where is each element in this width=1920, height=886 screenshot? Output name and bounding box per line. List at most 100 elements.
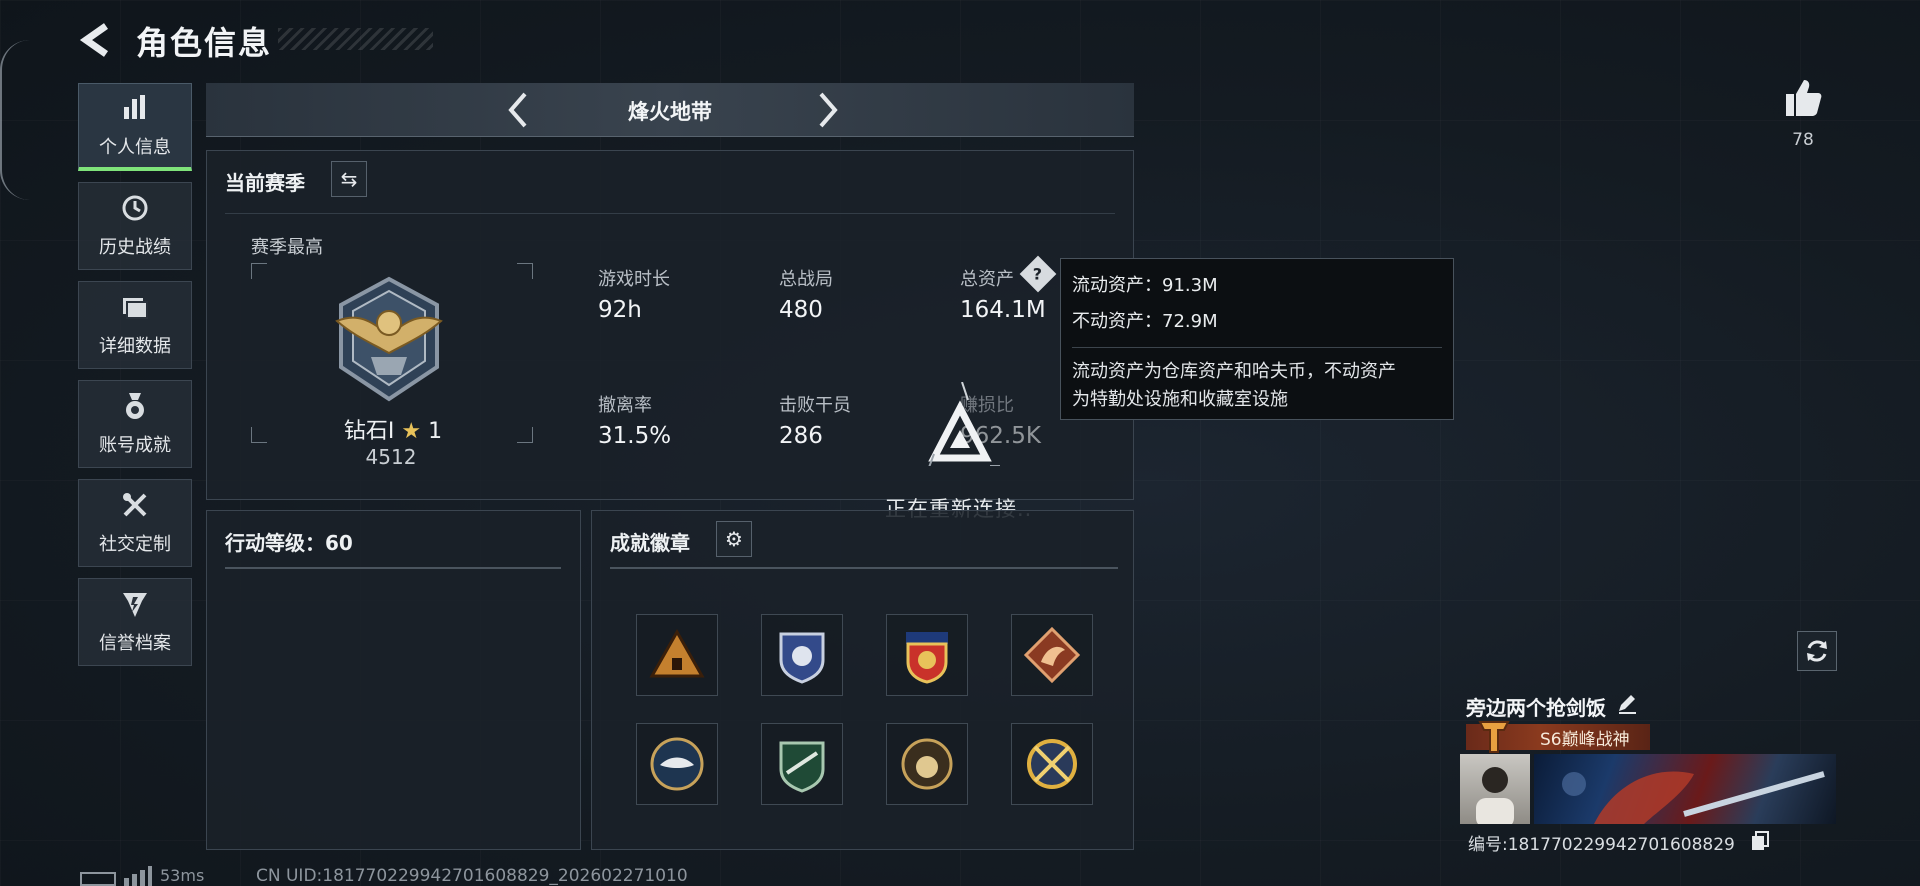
triangle-badge-icon — [649, 628, 705, 678]
player-serial: 编号:18177022994270160882⁠9 — [1468, 835, 1735, 855]
stat-kills-value: 286 — [779, 423, 823, 449]
badge-slot[interactable] — [761, 723, 843, 805]
avatar-person-icon — [1476, 767, 1514, 824]
rank-emblem — [331, 275, 447, 405]
badge-slot[interactable] — [1011, 723, 1093, 805]
badge-panel: 成就徽章 ⚙ — [591, 510, 1134, 850]
stat-kills-label: 击败干员 — [779, 395, 851, 416]
pencil-icon — [1619, 695, 1636, 714]
divider — [225, 567, 561, 569]
stat-playtime-value: 92h — [598, 297, 642, 323]
rank-name-row: 钻石Ⅰ ★ 1 — [343, 413, 443, 445]
tooltip-fixed-assets: 不动资产：72.9M — [1072, 311, 1218, 332]
action-level-panel: 行动等级：60 — [206, 510, 581, 850]
action-level-title: 行动等级：60 — [225, 531, 353, 555]
badge-slot[interactable] — [1011, 614, 1093, 696]
rifle-badge-icon — [779, 741, 825, 793]
badge-settings-button[interactable]: ⚙ — [716, 521, 752, 557]
thumbs-up-icon — [1786, 80, 1822, 116]
back-button[interactable] — [78, 20, 118, 60]
decorative-arc — [0, 40, 30, 200]
eagle-badge-icon — [650, 737, 704, 791]
refresh-icon — [1807, 640, 1827, 662]
medal-icon — [120, 391, 150, 425]
player-card-banner[interactable] — [1534, 754, 1836, 824]
banner-artwork-icon — [1562, 771, 1825, 824]
sidebar-item-detailed-data[interactable]: 详细数据 — [78, 281, 192, 369]
footer-uid: CN UID:18177022994270160882⁠9_2026022710… — [256, 866, 688, 886]
sidebar-item-label: 社交定制 — [99, 534, 171, 555]
diamond-eagle-emblem-icon — [335, 276, 443, 402]
sidebar-item-label: 信誉档案 — [99, 633, 171, 654]
rank-tag-emblem-icon — [1478, 721, 1510, 753]
tooltip-divider — [1072, 347, 1442, 348]
signal-icon — [124, 866, 152, 886]
mode-title: 烽火地带 — [628, 100, 712, 124]
stat-playtime-label: 游戏时长 — [598, 269, 670, 290]
reconnect-spinner-icon — [920, 381, 1012, 471]
edit-name-button[interactable] — [1616, 692, 1638, 718]
divider — [225, 213, 1115, 214]
bar-chart-icon — [121, 93, 149, 127]
sidebar-item-label: 个人信息 — [99, 136, 171, 158]
tools-icon — [120, 490, 150, 524]
stat-assets-label: 总资产 — [960, 269, 1014, 290]
shield-badge-icon — [779, 632, 825, 684]
corner-bracket — [251, 263, 267, 279]
assets-help-button[interactable]: ? — [1019, 255, 1057, 293]
rank-title-tag: S6巅峰战神 — [1466, 721, 1650, 753]
dragon-badge-icon — [1023, 626, 1081, 684]
rank-stars: 1 — [428, 419, 443, 444]
eagle-crest-badge-icon — [906, 632, 948, 684]
season-best-label: 赛季最高 — [251, 237, 323, 258]
credit-icon — [120, 589, 150, 623]
badge-slot[interactable] — [886, 614, 968, 696]
refresh-button[interactable] — [1797, 631, 1837, 671]
swap-icon: ⇆ — [340, 167, 358, 191]
mode-next-button[interactable] — [808, 83, 848, 137]
copy-icon — [1752, 831, 1769, 850]
badge-slot[interactable] — [886, 723, 968, 805]
title-stripes-decoration — [278, 28, 433, 50]
folder-icon — [120, 292, 150, 326]
like-button[interactable] — [1784, 78, 1822, 122]
rank-title-text: S6巅峰战神 — [1540, 729, 1630, 750]
player-name: 旁边两个抢剑饭 — [1466, 696, 1606, 720]
sidebar-item-achievements[interactable]: 账号成就 — [78, 380, 192, 468]
back-arrow-icon — [79, 23, 109, 57]
sidebar-item-label: 详细数据 — [99, 336, 171, 357]
sidebar-item-label: 账号成就 — [99, 435, 171, 456]
battery-icon — [80, 872, 116, 886]
chevron-right-icon — [819, 92, 838, 128]
corner-bracket — [517, 263, 533, 279]
season-switch-button[interactable]: ⇆ — [331, 161, 367, 197]
rank-star-icon: ★ — [401, 419, 422, 444]
sidebar: 个人信息 历史战绩 详细数据 账号成就 社交定制 信誉档案 — [78, 83, 192, 677]
stat-matches-value: 480 — [779, 297, 823, 323]
stat-assets-value: 164.1M — [960, 297, 1046, 323]
sidebar-item-personal-info[interactable]: 个人信息 — [78, 83, 192, 171]
tooltip-description-line2: 为特勤处设施和收藏室设施 — [1072, 389, 1288, 410]
orb-badge-icon — [901, 738, 953, 790]
badge-slot[interactable] — [636, 723, 718, 805]
history-icon — [120, 193, 150, 227]
sidebar-item-credit-file[interactable]: 信誉档案 — [78, 578, 192, 666]
copy-serial-button[interactable] — [1751, 831, 1769, 855]
page-title: 角色信息 — [136, 24, 273, 62]
sidebar-item-history[interactable]: 历史战绩 — [78, 182, 192, 270]
player-avatar[interactable] — [1460, 754, 1530, 824]
tooltip-liquid-assets: 流动资产：91.3M — [1072, 275, 1218, 296]
tooltip-description-line1: 流动资产为仓库资产和哈夫币，不动资产 — [1072, 361, 1396, 382]
stat-extract-rate-value: 31.5% — [598, 423, 672, 449]
rank-name: 钻石Ⅰ — [343, 419, 395, 444]
mode-selector-bar: 烽火地带 — [206, 83, 1134, 137]
sidebar-item-social-custom[interactable]: 社交定制 — [78, 479, 192, 567]
stat-extract-rate-label: 撤离率 — [598, 395, 652, 416]
badge-slot[interactable] — [636, 614, 718, 696]
corner-bracket — [251, 427, 267, 443]
badge-panel-title: 成就徽章 — [610, 531, 690, 555]
sidebar-item-label: 历史战绩 — [99, 237, 171, 258]
like-count: 78 — [1792, 130, 1814, 150]
badge-slot[interactable] — [761, 614, 843, 696]
question-icon: ? — [1033, 264, 1043, 284]
